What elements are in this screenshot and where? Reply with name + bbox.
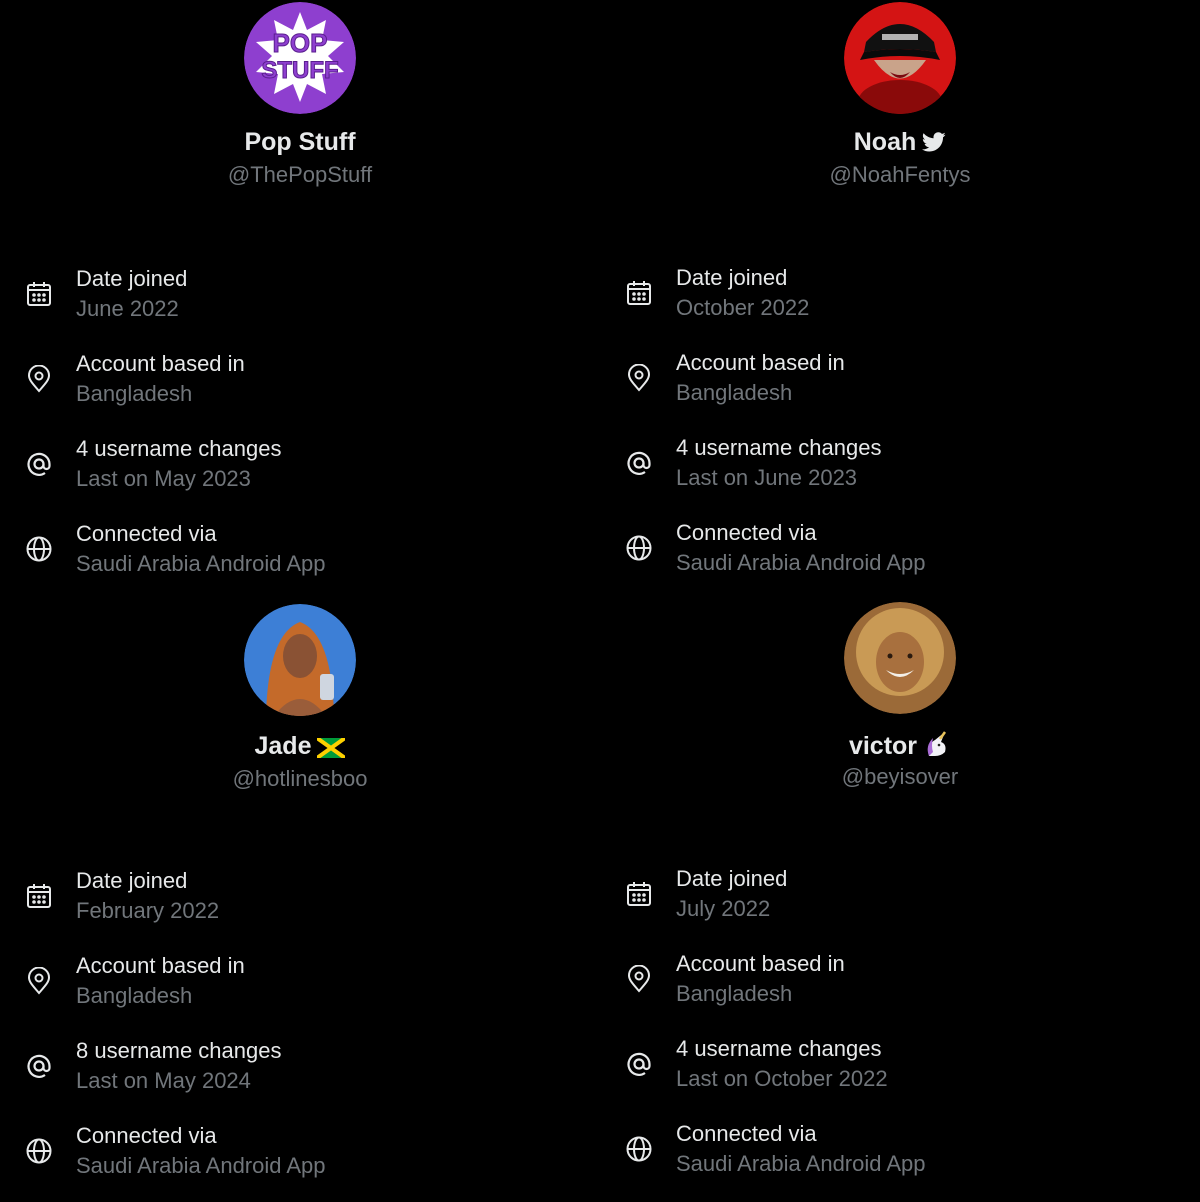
date-joined-value: June 2022 [76,296,179,321]
profile-card-noah: Noah @NoahFentys Date joined October 202… [600,0,1200,600]
display-name-text: Pop Stuff [244,128,356,156]
unicorn-icon [923,730,951,758]
account-based-label: Account based in [676,951,845,976]
globe-icon [625,1135,653,1163]
globe-icon [25,1137,53,1165]
connected-via-value: Saudi Arabia Android App [76,1153,326,1178]
username-changes-label: 8 username changes [76,1038,282,1063]
info-row-connected-via: Connected via Saudi Arabia Android App [600,1121,1200,1191]
connected-via-value: Saudi Arabia Android App [676,1151,926,1176]
user-handle[interactable]: @hotlinesboo [0,766,600,792]
info-row-connected-via: Connected via Saudi Arabia Android App [600,520,1200,590]
info-row-username-changes: 4 username changes Last on May 2023 [0,436,600,506]
account-based-value: Bangladesh [676,981,793,1006]
connected-via-value: Saudi Arabia Android App [76,551,326,576]
at-sign-icon [25,450,53,478]
calendar-icon [625,279,653,307]
avatar[interactable] [844,2,956,114]
info-row-account-location: Account based in Bangladesh [0,953,600,1023]
profile-card-popstuff: POP STUFF Pop Stuff @ThePopStuff Date jo… [0,0,600,600]
calendar-icon [625,880,653,908]
profile-card-victor: victor @beyisover Date joined July 2022 … [600,600,1200,1200]
username-last-changed: Last on June 2023 [676,465,858,490]
at-sign-icon [25,1052,53,1080]
globe-icon [625,534,653,562]
calendar-icon [25,882,53,910]
account-based-value: Bangladesh [76,983,193,1008]
display-name-text: victor [848,732,918,760]
info-row-connected-via: Connected via Saudi Arabia Android App [0,521,600,591]
username-changes-label: 4 username changes [676,435,882,460]
display-name: Pop Stuff [0,128,600,157]
account-based-value: Bangladesh [676,380,793,405]
info-row-username-changes: 4 username changes Last on October 2022 [600,1036,1200,1106]
username-changes-label: 4 username changes [76,436,282,461]
display-name: victor [600,730,1200,761]
date-joined-label: Date joined [676,866,788,891]
connected-via-label: Connected via [676,1121,817,1146]
display-name: Noah [600,128,1200,157]
info-row-connected-via: Connected via Saudi Arabia Android App [0,1123,600,1193]
location-pin-icon [625,364,653,392]
avatar[interactable] [244,604,356,716]
info-row-date-joined: Date joined October 2022 [600,265,1200,335]
info-row-account-location: Account based in Bangladesh [600,951,1200,1021]
username-changes-label: 4 username changes [676,1036,882,1061]
info-row-date-joined: Date joined June 2022 [0,266,600,336]
display-name-text: Noah [853,128,917,156]
bird-icon [922,132,946,154]
location-pin-icon [25,365,53,393]
logo-text-stuff: STUFF [261,57,338,84]
at-sign-icon [625,449,653,477]
info-row-username-changes: 4 username changes Last on June 2023 [600,435,1200,505]
info-row-account-location: Account based in Bangladesh [600,350,1200,420]
username-last-changed: Last on October 2022 [676,1066,888,1091]
user-handle[interactable]: @NoahFentys [600,162,1200,188]
date-joined-value: October 2022 [676,295,810,320]
profile-card-jade: Jade @hotlinesboo Date joined February 2… [0,602,600,1202]
username-last-changed: Last on May 2024 [76,1068,251,1093]
location-pin-icon [625,965,653,993]
date-joined-label: Date joined [76,868,188,893]
date-joined-label: Date joined [76,266,188,291]
logo-text-pop: POP [273,28,328,58]
user-handle[interactable]: @beyisover [600,764,1200,790]
jamaica-flag-icon [317,738,346,758]
connected-via-label: Connected via [676,520,817,545]
username-last-changed: Last on May 2023 [76,466,251,491]
date-joined-value: February 2022 [76,898,220,923]
account-based-value: Bangladesh [76,381,193,406]
connected-via-value: Saudi Arabia Android App [676,550,926,575]
avatar[interactable]: POP STUFF [244,2,356,114]
display-name: Jade [0,732,600,761]
info-row-username-changes: 8 username changes Last on May 2024 [0,1038,600,1108]
info-row-date-joined: Date joined July 2022 [600,866,1200,936]
connected-via-label: Connected via [76,521,217,546]
account-based-label: Account based in [76,953,245,978]
location-pin-icon [25,967,53,995]
account-based-label: Account based in [76,351,245,376]
calendar-icon [25,280,53,308]
at-sign-icon [625,1050,653,1078]
date-joined-label: Date joined [676,265,788,290]
info-row-date-joined: Date joined February 2022 [0,868,600,938]
connected-via-label: Connected via [76,1123,217,1148]
info-row-account-location: Account based in Bangladesh [0,351,600,421]
date-joined-value: July 2022 [676,896,771,921]
globe-icon [25,535,53,563]
account-based-label: Account based in [676,350,845,375]
avatar[interactable] [844,602,956,714]
user-handle[interactable]: @ThePopStuff [0,162,600,188]
display-name-text: Jade [254,732,312,760]
